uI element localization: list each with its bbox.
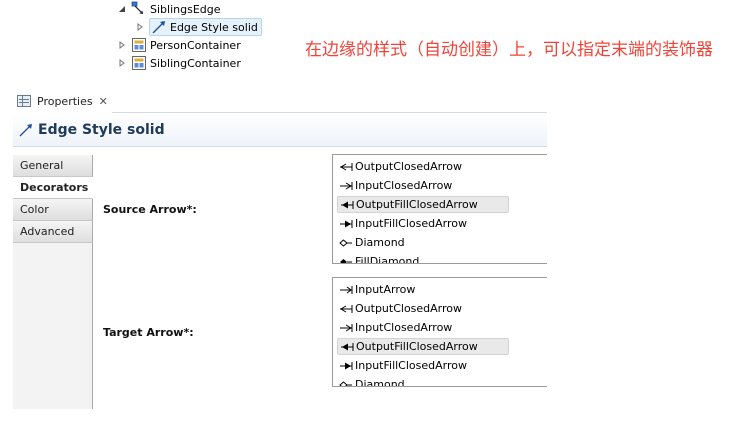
collapsed-twisty-icon[interactable] [117, 58, 127, 68]
tree-item-label: SiblingContainer [150, 56, 241, 70]
selected-item-highlight: Edge Style solid [149, 18, 262, 36]
diamond-icon [339, 237, 353, 249]
input-fill-closed-arrow-icon [339, 218, 353, 230]
input-arrow-icon [339, 284, 353, 296]
source-arrow-label: Source Arrow*: [103, 203, 197, 216]
tree-item-label: Edge Style solid [170, 20, 258, 34]
close-icon[interactable]: ✕ [99, 95, 108, 108]
list-item-label: Diamond [355, 378, 405, 387]
tab-decorators[interactable]: Decorators [13, 177, 93, 199]
expanded-twisty-icon[interactable] [117, 4, 127, 14]
input-closed-arrow-icon [339, 322, 353, 334]
list-item-label: OutputFillClosedArrow [356, 198, 478, 211]
annotation-text: 在边缘的样式（自动创建）上，可以指定末端的装饰器 [305, 40, 713, 60]
tab-color[interactable]: Color [13, 199, 93, 221]
list-item-label: InputClosedArrow [355, 179, 453, 192]
list-item-label: OutputFillClosedArrow [356, 340, 478, 353]
list-item-label: InputClosedArrow [355, 321, 453, 334]
tree-item-siblings-edge[interactable]: SiblingsEdge [117, 0, 221, 18]
input-fill-closed-arrow-icon [339, 360, 353, 372]
properties-tab-label: Properties [37, 94, 93, 108]
list-item[interactable]: Diamond [333, 233, 547, 252]
properties-view-tab[interactable]: Properties ✕ [13, 89, 112, 113]
collapsed-twisty-icon[interactable] [117, 40, 127, 50]
fill-diamond-icon [339, 256, 353, 263]
list-item-selected[interactable]: OutputFillClosedArrow [333, 337, 547, 356]
property-tabs: General Decorators Color Advanced [13, 155, 93, 409]
edge-style-icon [151, 19, 167, 35]
list-item[interactable]: InputFillClosedArrow [333, 214, 547, 233]
edge-style-icon [18, 122, 34, 138]
list-item-label: Diamond [355, 236, 405, 249]
output-closed-arrow-icon [339, 303, 353, 315]
diamond-icon [339, 379, 353, 386]
selected-option: OutputFillClosedArrow [337, 196, 509, 213]
tree-item-label: PersonContainer [150, 38, 241, 52]
container-mapping-icon [131, 37, 147, 53]
list-item[interactable]: OutputClosedArrow [333, 157, 547, 176]
list-item-label: FillDiamond [355, 255, 420, 264]
list-item[interactable]: InputFillClosedArrow [333, 356, 547, 375]
tab-label: General [20, 159, 64, 172]
list-item[interactable]: OutputClosedArrow [333, 299, 547, 318]
target-arrow-list[interactable]: InputArrow OutputClosedArrow InputClosed… [332, 277, 547, 387]
list-item-label: OutputClosedArrow [355, 160, 463, 173]
list-item[interactable]: InputClosedArrow [333, 176, 547, 195]
list-item[interactable]: FillDiamond [333, 252, 547, 264]
source-arrow-list[interactable]: OutputClosedArrow InputClosedArrow Outpu… [332, 154, 547, 264]
output-closed-arrow-icon [339, 161, 353, 173]
tab-advanced[interactable]: Advanced [13, 221, 93, 243]
tree-item-person-container[interactable]: PersonContainer [117, 36, 241, 54]
list-item-label: InputFillClosedArrow [355, 359, 467, 372]
properties-title: Edge Style solid [38, 122, 165, 138]
collapsed-twisty-icon[interactable] [135, 22, 145, 32]
properties-view-tabbar: Properties ✕ [13, 87, 547, 113]
list-item-label: InputArrow [355, 283, 416, 296]
tab-label: Decorators [20, 181, 89, 194]
output-fill-closed-arrow-icon [340, 341, 354, 353]
input-closed-arrow-icon [339, 180, 353, 192]
list-item[interactable]: InputArrow [333, 280, 547, 299]
properties-title-bar: Edge Style solid [13, 114, 547, 147]
output-fill-closed-arrow-icon [340, 199, 354, 211]
list-item-selected[interactable]: OutputFillClosedArrow [333, 195, 547, 214]
edge-mapping-icon [131, 1, 147, 17]
list-item[interactable]: Diamond [333, 375, 547, 387]
properties-icon [17, 95, 31, 107]
tree-item-label: SiblingsEdge [150, 2, 221, 16]
list-item-label: InputFillClosedArrow [355, 217, 467, 230]
selected-option: OutputFillClosedArrow [337, 338, 509, 355]
target-arrow-label: Target Arrow*: [103, 326, 194, 339]
tab-general[interactable]: General [13, 155, 93, 177]
list-item[interactable]: InputClosedArrow [333, 318, 547, 337]
tree-item-edge-style-solid[interactable]: Edge Style solid [135, 18, 262, 36]
tab-label: Advanced [20, 225, 75, 238]
list-item-label: OutputClosedArrow [355, 302, 463, 315]
tab-label: Color [20, 203, 49, 216]
container-mapping-icon [131, 55, 147, 71]
tree-item-sibling-container[interactable]: SiblingContainer [117, 54, 241, 72]
